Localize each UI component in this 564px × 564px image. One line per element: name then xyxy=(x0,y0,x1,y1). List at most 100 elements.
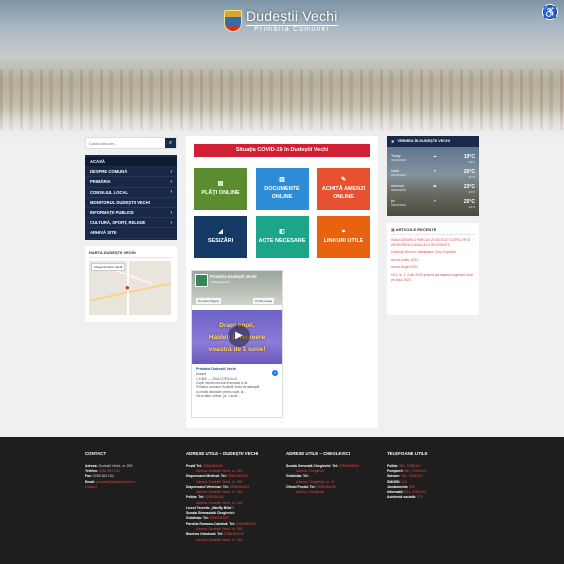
weather-title: VREMEA ÎN DUDEȘTII VECHI xyxy=(397,139,450,143)
weather-date: 03/06/2023 xyxy=(391,188,407,192)
covid-banner[interactable]: Situația COVID-19 în Dudeștii Vechi xyxy=(194,144,370,157)
menu-item[interactable]: PRIMĂRIA › xyxy=(85,177,177,188)
article-link[interactable]: Dudeștii Vechi în sărbătoare: Ziua Copil… xyxy=(391,250,475,255)
menu-item[interactable]: DESPRE COMUNĂ › xyxy=(85,167,177,178)
menu-item-label: ARHIVĂ SITE xyxy=(90,230,117,236)
menu-item[interactable]: INFORMAȚII PUBLICE › xyxy=(85,208,177,219)
weather-min: 10°C xyxy=(468,160,475,164)
weather-row: joi 03/06/2023 ☀ 25°C 14°C xyxy=(391,199,475,209)
coat-of-arms-icon xyxy=(224,9,242,32)
fb-video-post[interactable]: Dragi copii, Haideți la recreere voastră… xyxy=(192,310,282,364)
tile-label: SESIZĂRI xyxy=(207,237,234,244)
tile-label: DOCUMENTE xyxy=(264,185,300,192)
accessibility-icon[interactable]: ♿ xyxy=(542,4,558,20)
menu-item[interactable]: CULTURĂ, SPORT, RELIGIE › xyxy=(85,218,177,229)
tile-label: LINKURI UTILE xyxy=(323,237,364,244)
quick-link-tile[interactable]: ▤ PLĂȚI ONLINE xyxy=(194,168,247,210)
megaphone-icon: ◢ xyxy=(218,229,223,236)
menu-item-label: PRIMĂRIA xyxy=(90,179,111,185)
footer-heading: CONTACT xyxy=(85,451,107,456)
document-icon: ▣ xyxy=(391,227,395,232)
tile-label: ACHITĂ AMENZI xyxy=(321,185,366,192)
site-title: Dudeștii Vechi xyxy=(246,8,338,24)
footer-line: Adresa: Dudeștii Vechi, nr. 253 xyxy=(196,537,243,542)
footer-heading: ADRESE UTILE – CHEGLEVICI xyxy=(286,451,350,456)
sidebar-menu: ACASĂ DESPRE COMUNĂ › PRIMĂRIA › CONSILIUL LO… xyxy=(85,155,177,240)
recent-articles: ▣ ARTICOLE RECENTE INAUGURAREA PARCULUI … xyxy=(387,223,479,315)
article-link[interactable]: INAUGURAREA PARCULUI DEDICAT COPIILOR ȘI… xyxy=(391,238,475,247)
menu-item-label: ACASĂ xyxy=(90,159,105,165)
article-link[interactable]: HCL nr. 1, 3 din 2023 privind aprobarea … xyxy=(391,273,475,282)
map-enlarge-button[interactable]: Afișează harta mărită xyxy=(91,263,126,271)
gavel-icon: ✎ xyxy=(340,177,347,184)
map-widget: HARTA DUDEȘTII VECHI Afișează harta mări… xyxy=(85,246,177,322)
weather-row: marți 02/06/2023 ☀ 20°C 11°C xyxy=(391,169,475,179)
quick-link-tile[interactable]: ◧ ACTE NECESARE xyxy=(255,216,309,258)
weather-header: ☀ VREMEA ÎN DUDEȘTII VECHI xyxy=(387,136,479,147)
footer-line: Asistență socială: 979 xyxy=(387,495,423,500)
menu-item-label: CONSILIUL LOCAL xyxy=(90,189,129,195)
link-icon: ⚭ xyxy=(340,229,347,236)
weather-condition-icon: ☀ xyxy=(433,169,437,173)
footer-adrese-dv: ADRESE UTILE – DUDEȘTII VECHI Poștă Tel: … xyxy=(186,451,281,543)
weather-date: 03/06/2023 xyxy=(391,203,407,207)
search-input[interactable] xyxy=(86,138,166,148)
document-icon: ▥ xyxy=(279,177,285,184)
weather-row: Today 01/06/2023 ☁ 19°C 10°C xyxy=(391,154,475,164)
chevron-right-icon: › xyxy=(170,209,172,216)
fb-message-button[interactable]: Trimite mesaj xyxy=(252,297,275,305)
poster-line-3: voastră de 1 iunie! xyxy=(208,346,266,353)
articles-title: ▣ ARTICOLE RECENTE xyxy=(391,227,475,235)
menu-item-label: INFORMAȚII PUBLICE xyxy=(90,210,134,216)
weather-icon: ☀ xyxy=(391,140,395,144)
quick-link-tile[interactable]: ◢ SESIZĂRI xyxy=(194,216,247,258)
menu-item-label: MONITORUL DUDEȘTII VECHI xyxy=(90,199,150,205)
weather-condition-icon: ⛅ xyxy=(432,184,438,188)
chevron-right-icon: › xyxy=(170,168,172,175)
weather-min: 11°C xyxy=(468,175,475,179)
footer-line: Adresa: Cheglevici xyxy=(296,490,325,495)
menu-item[interactable]: CONSILIUL LOCAL › xyxy=(85,188,177,198)
map-title: HARTA DUDEȘTII VECHI xyxy=(89,250,173,258)
fb-page-avatar xyxy=(195,274,208,287)
weather-condition-icon: ☁ xyxy=(433,154,437,158)
tile-label: ACTE NECESARE xyxy=(258,237,306,244)
quick-link-tile[interactable]: ▥ DOCUMENTE ONLINE xyxy=(255,168,309,210)
search-icon[interactable]: ⌕ xyxy=(165,138,176,148)
menu-item[interactable]: ACASĂ xyxy=(85,157,177,168)
weather-min: 13°C xyxy=(468,190,475,194)
tile-label-2: ONLINE xyxy=(271,193,293,200)
footer-heading: ADRESE UTILE – DUDEȘTII VECHI xyxy=(186,451,259,456)
weather-date: 02/06/2023 xyxy=(391,173,407,177)
search-bar: ⌕ xyxy=(85,137,177,149)
site-logo[interactable]: Dudeștii Vechi Primăria Comunei xyxy=(224,8,338,33)
quick-link-tile[interactable]: ✎ ACHITĂ AMENZI ONLINE xyxy=(317,168,370,210)
map-pin-icon: ● xyxy=(125,283,130,292)
fb-like-button[interactable]: Îmi place Pagina xyxy=(195,297,222,305)
weather-min: 14°C xyxy=(468,205,475,209)
menu-item-label: CULTURĂ, SPORT, RELIGIE xyxy=(90,220,146,226)
footer-telefoane: TELEFOANE UTILE Poliția: 981, 0256/112 Pom… xyxy=(387,451,479,501)
weather-condition-icon: ☀ xyxy=(433,199,437,203)
fb-post-text-5: Vă invităm, mâine, joi, 1 iunie... xyxy=(196,394,241,399)
google-map[interactable]: Afișează harta mărită ● xyxy=(89,261,171,315)
fb-cover[interactable]: Primăria Dudeștii Vechi 2.002 aprecieri … xyxy=(192,271,282,305)
weather-widget: ☀ VREMEA ÎN DUDEȘTII VECHI Today 01/06/20… xyxy=(387,136,479,216)
quick-link-tile[interactable]: ⚭ LINKURI UTILE xyxy=(317,216,370,258)
chevron-right-icon: › xyxy=(170,178,172,185)
chevron-right-icon: › xyxy=(170,219,172,226)
article-link[interactable]: Anunț public 2022 xyxy=(391,258,475,263)
article-link[interactable]: Anunț Buget 2022 xyxy=(391,265,475,270)
site-subtitle: Primăria Comunei xyxy=(246,25,338,33)
fb-post-meta: Primăria Dudeștii Vechi Aseară 1 IUNIE —… xyxy=(192,364,282,402)
menu-item[interactable]: ARHIVĂ SITE xyxy=(85,228,177,239)
menu-item[interactable]: MONITORUL DUDEȘTII VECHI xyxy=(85,198,177,208)
fb-likes: 2.002 aprecieri xyxy=(210,280,230,284)
footer-adrese-ch: ADRESE UTILE – CHEGLEVICI Școala Generală… xyxy=(286,451,381,495)
fb-page-name[interactable]: Primăria Dudeștii Vechi xyxy=(210,274,257,279)
checklist-icon: ◧ xyxy=(279,229,285,236)
weather-row: miercuri 03/06/2023 ⛅ 23°C 13°C xyxy=(391,184,475,194)
play-icon[interactable]: ▶ xyxy=(228,325,250,347)
main-content: Situația COVID-19 în Dudeștii Vechi ▤ PLĂ… xyxy=(186,136,378,428)
payment-icon: ▤ xyxy=(217,181,224,188)
